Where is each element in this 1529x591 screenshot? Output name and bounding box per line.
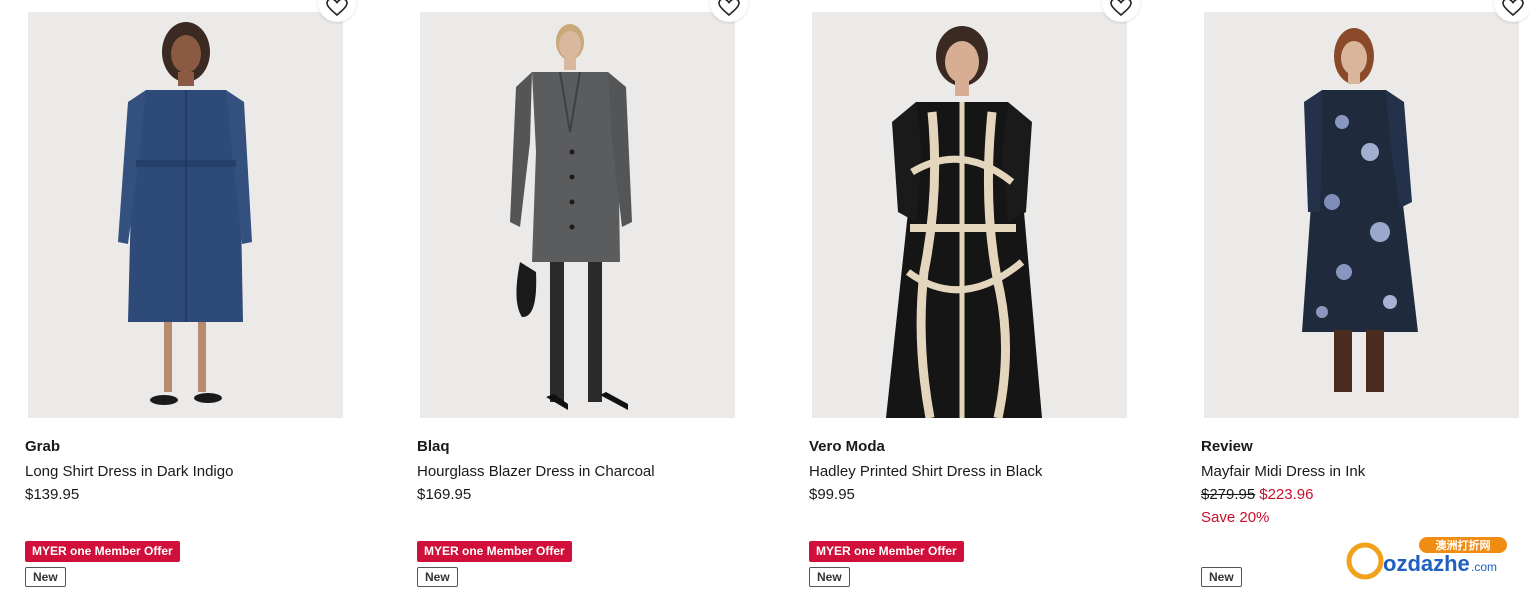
heart-outline-icon: [1502, 0, 1524, 17]
product-image[interactable]: [812, 12, 1127, 418]
heart-outline-icon: [1110, 0, 1132, 17]
product-price: $99.95: [809, 486, 855, 503]
product-photo-denim-dress: [28, 12, 343, 418]
member-offer-badge: MYER one Member Offer: [417, 541, 572, 562]
member-offer-badge: MYER one Member Offer: [809, 541, 964, 562]
product-title-link[interactable]: Hadley Printed Shirt Dress in Black: [809, 463, 1042, 480]
watermark-cn-text: 澳洲打折网: [1436, 538, 1491, 552]
product-card[interactable]: Grab Long Shirt Dress in Dark Indigo $13…: [25, 0, 385, 591]
member-offer-badge: MYER one Member Offer: [25, 541, 180, 562]
heart-outline-icon: [718, 0, 740, 17]
product-image[interactable]: [1204, 12, 1519, 418]
product-brand: Review: [1201, 438, 1253, 455]
product-title-link[interactable]: Mayfair Midi Dress in Ink: [1201, 463, 1365, 480]
product-brand: Grab: [25, 438, 61, 455]
sale-price: $223.96: [1259, 486, 1314, 503]
new-badge: New: [25, 567, 66, 587]
product-photo-floral-midi-dress: [1204, 12, 1519, 418]
product-brand: Blaq: [417, 438, 450, 455]
watermark-domain-text: .com: [1471, 560, 1497, 574]
product-card[interactable]: Review Mayfair Midi Dress in Ink $279.95…: [1201, 0, 1529, 591]
heart-outline-icon: [326, 0, 348, 17]
original-price: $279.95: [1201, 486, 1256, 503]
new-badge: New: [809, 567, 850, 587]
product-grid: Grab Long Shirt Dress in Dark Indigo $13…: [0, 0, 1529, 591]
product-image[interactable]: [28, 12, 343, 418]
product-brand: Vero Moda: [809, 438, 885, 455]
product-title-link[interactable]: Hourglass Blazer Dress in Charcoal: [417, 463, 655, 480]
new-badge: New: [1201, 567, 1242, 587]
product-price: $279.95 $223.96: [1201, 486, 1313, 503]
watermark-logo: 澳洲打折网 ozdazhe .com: [1346, 537, 1507, 580]
product-image[interactable]: [420, 12, 735, 418]
watermark-brand-text: ozdazhe: [1383, 551, 1470, 576]
product-card[interactable]: Vero Moda Hadley Printed Shirt Dress in …: [809, 0, 1169, 591]
product-title-link[interactable]: Long Shirt Dress in Dark Indigo: [25, 463, 233, 480]
product-photo-blazer-dress: [420, 12, 735, 418]
product-price: $139.95: [25, 486, 80, 503]
discount-label: Save 20%: [1201, 509, 1270, 526]
new-badge: New: [417, 567, 458, 587]
product-price: $169.95: [417, 486, 472, 503]
product-photo-printed-dress: [812, 12, 1127, 418]
product-card[interactable]: Blaq Hourglass Blazer Dress in Charcoal …: [417, 0, 777, 591]
